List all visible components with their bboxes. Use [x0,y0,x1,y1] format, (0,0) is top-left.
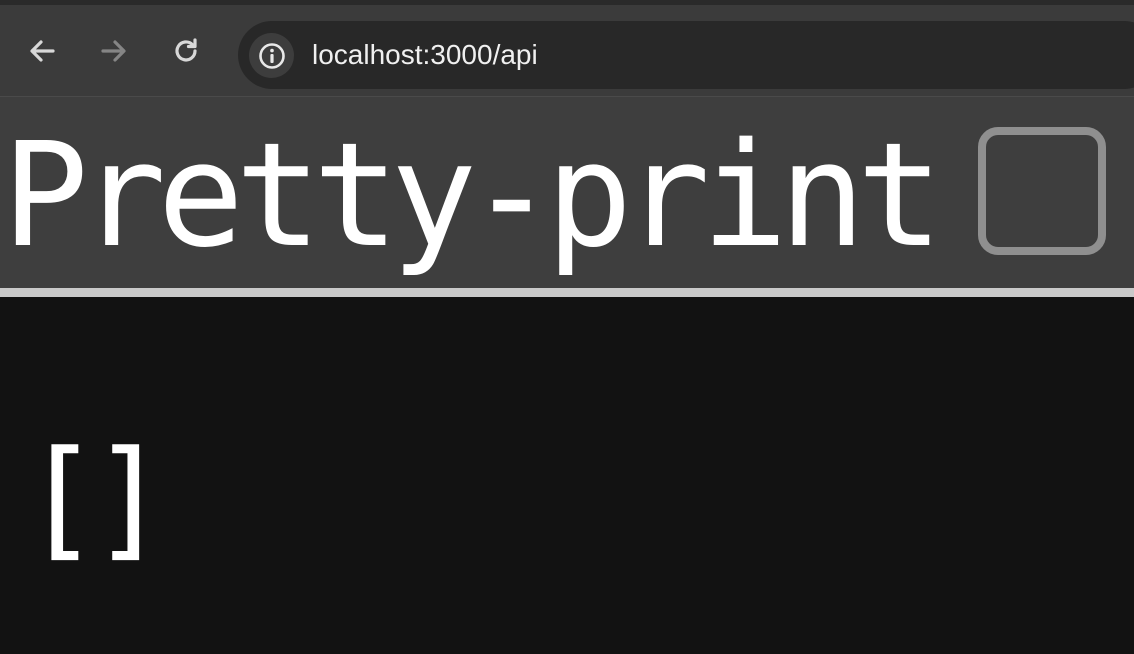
pretty-print-divider [0,288,1134,297]
json-output: [] [22,422,169,574]
url-text[interactable]: localhost:3000/api [312,38,538,72]
forward-button[interactable] [94,31,134,71]
pretty-print-label[interactable]: Pretty-print [2,115,943,275]
arrow-right-icon [101,40,126,62]
pretty-print-bar: Pretty-print [0,97,1134,288]
pretty-print-checkbox[interactable] [978,127,1106,255]
reload-button[interactable] [166,31,206,71]
browser-toolbar: localhost:3000/api [0,0,1134,97]
address-bar[interactable]: localhost:3000/api [238,21,1134,89]
info-icon [258,42,285,69]
back-button[interactable] [22,31,62,71]
arrow-left-icon [30,40,55,62]
reload-icon [175,38,197,62]
site-info-button[interactable] [249,33,294,78]
